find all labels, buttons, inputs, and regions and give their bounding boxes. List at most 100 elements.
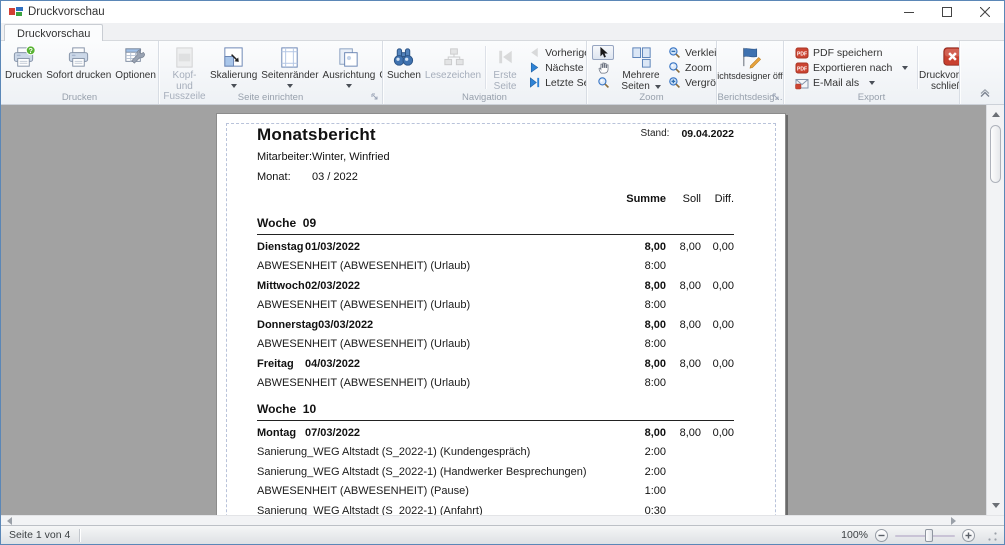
window-title: Druckvorschau [28,6,105,18]
entry-text: Sanierung_WEG Altstadt (S_2022-1) (Handw… [257,466,587,478]
report-day-row: Donnerstag 03/03/2022 8,00 8,00 0,00 [257,315,734,335]
diff-value: 0,00 [701,241,734,253]
button-label: Drucken [5,71,42,82]
button-label: PDF speichern [813,47,882,59]
button-verkleinern[interactable]: Verkleinern [664,45,717,60]
soll-value: 8,00 [666,358,701,370]
button-label: Erste Seite [490,71,520,92]
button-label: Letzte Seite [545,77,587,89]
scroll-left-icon[interactable] [4,517,14,525]
zoom-slider[interactable] [895,529,955,542]
titlebar: Druckvorschau [1,1,1004,23]
button-seitenraender[interactable]: Seitenränder [259,43,320,88]
chevron-down-icon [902,66,908,70]
entry-time: 2:00 [604,466,666,478]
button-zoom[interactable]: Zoom [664,60,717,75]
button-skalierung[interactable]: Skalierung [208,43,259,88]
day-name: Mittwoch [257,280,305,292]
group-export: PDF PDF speichern PDF Exportieren nach [784,41,960,104]
vertical-scrollbar[interactable] [986,105,1004,515]
button-email-als[interactable]: E-Mail als [792,75,911,90]
button-mehrere-seiten[interactable]: Mehrere Seiten [618,43,664,92]
stand-label: Stand: [641,125,670,139]
minimize-button[interactable] [890,1,928,23]
button-label: Skalierung [210,71,257,82]
report-page: Monatsbericht Stand: 09.04.2022 Mitarbei… [216,113,786,515]
scaling-icon [221,45,246,70]
zoom-in-icon [667,76,681,90]
col-soll: Soll [666,193,701,206]
button-drucken[interactable]: ? Drucken [3,43,44,82]
zoom-slider-thumb[interactable] [925,529,933,542]
printer-instant-icon [66,45,91,70]
entry-time: 0:30 [604,505,666,515]
pointer-icon [597,46,609,59]
summe-value: 8,00 [604,358,666,370]
button-vergroessern[interactable]: Vergrößern [664,75,717,90]
button-ausrichtung[interactable]: Ausrichtung [321,43,378,88]
report-entry-row: Sanierung_WEG Altstadt (S_2022-1) (Handw… [257,462,734,482]
group-label-zoom: Zoom [587,92,716,103]
button-letzte-seite[interactable]: Letzte Seite [524,75,587,90]
button-suchen[interactable]: Suchen [385,43,423,82]
separator [79,529,80,542]
button-lesezeichen: Lesezeichen [423,43,483,82]
scroll-up-icon[interactable] [987,107,1004,122]
week-rule [257,234,734,235]
entry-text: ABWESENHEIT (ABWESENHEIT) (Pause) [257,485,469,497]
entry-text: Sanierung_WEG Altstadt (S_2022-1) (Kunde… [257,446,530,458]
maximize-button[interactable] [928,1,966,23]
report-title: Monatsbericht [257,125,641,145]
button-naechste-seite[interactable]: Nächste Seite [524,60,587,75]
tool-zoom[interactable] [592,75,614,90]
app-icon [9,6,23,18]
prev-page-icon [527,46,541,60]
zoom-in-button[interactable] [962,529,975,542]
search-icon [391,45,416,70]
button-label: Seitenränder [261,71,318,82]
collapse-ribbon-icon [979,89,991,98]
zoom-out-button[interactable] [875,529,888,542]
hand-icon [597,61,610,74]
dialog-launcher-icon[interactable] [370,92,380,102]
day-date: 01/03/2022 [305,241,360,253]
report-entry-row: ABWESENHEIT (ABWESENHEIT) (Pause) 1:00 [257,482,734,502]
button-exportieren-nach[interactable]: PDF Exportieren nach [792,60,911,75]
resize-grip[interactable] [985,529,998,542]
statusbar: Seite 1 von 4 100% [1,525,1004,544]
report-entry-row: ABWESENHEIT (ABWESENHEIT) (Urlaub) 8:00 [257,335,734,355]
button-optionen[interactable]: Optionen [113,43,158,82]
button-label: Vergrößern [685,77,717,89]
collapse-ribbon-button[interactable] [976,86,994,100]
button-label: Exportieren nach [813,62,892,74]
day-date: 03/03/2022 [318,319,373,331]
button-label: Ausrichtung [323,71,376,82]
button-druckvorschau-schliessen[interactable]: Druckvorschau schließen [920,43,960,92]
scroll-right-icon[interactable] [948,517,958,525]
ribbon: ? Drucken [1,41,1004,105]
close-button[interactable] [966,1,1004,23]
button-label: Berichtsdesigner öffnen [717,71,784,81]
tool-pointer[interactable] [592,45,614,60]
scroll-down-icon[interactable] [987,498,1004,513]
group-label-seite-einrichten: Seite einrichten [159,92,382,103]
header-footer-icon [173,45,196,70]
group-drucken: ? Drucken [1,41,159,104]
week-heading: Woche 10 [257,402,734,416]
dialog-launcher-icon[interactable] [771,92,781,102]
button-label: Verkleinern [685,47,717,59]
button-label: Mehrere Seiten [620,71,662,92]
group-label-navigation: Navigation [383,92,586,103]
soll-value: 8,00 [666,427,701,439]
tab-druckvorschau[interactable]: Druckvorschau [4,24,103,42]
button-pdf-speichern[interactable]: PDF PDF speichern [792,45,911,60]
tool-hand[interactable] [592,60,614,75]
button-berichtsdesigner-oeffnen[interactable]: Berichtsdesigner öffnen [717,43,784,81]
button-label: Nächste Seite [545,62,587,74]
horizontal-scrollbar[interactable] [1,515,1004,525]
diff-value: 0,00 [701,319,734,331]
vertical-scrollbar-thumb[interactable] [990,125,1001,183]
email-icon [795,76,809,90]
button-sofort-drucken[interactable]: Sofort drucken [44,43,113,82]
day-date: 04/03/2022 [305,358,360,370]
